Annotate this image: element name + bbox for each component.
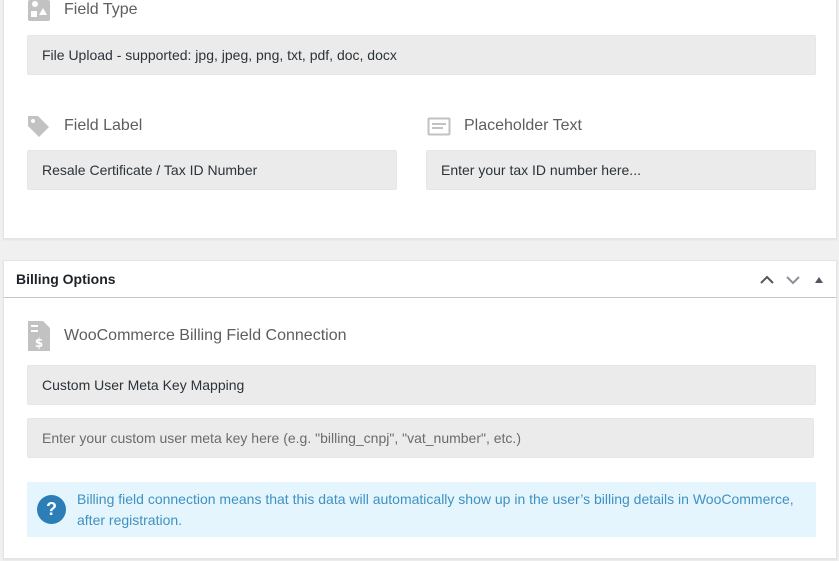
move-up-icon[interactable] xyxy=(754,267,780,293)
field-label-label: Field Label xyxy=(64,117,143,134)
question-circle-icon: ? xyxy=(37,495,66,524)
billing-options-title: Billing Options xyxy=(16,271,116,287)
field-type-heading: Field Type xyxy=(27,0,138,22)
invoice-dollar-icon: $ xyxy=(27,320,51,352)
meta-key-input[interactable]: Enter your custom user meta key here (e.… xyxy=(27,418,814,458)
panel-controls xyxy=(754,261,832,298)
shapes-icon xyxy=(27,0,51,22)
placeholder-text-heading: Placeholder Text xyxy=(427,114,582,138)
placeholder-text-input[interactable]: Enter your tax ID number here... xyxy=(426,150,816,190)
billing-info-notice: ? Billing field connection means that th… xyxy=(27,482,816,537)
field-type-select[interactable]: File Upload - supported: jpg, jpeg, png,… xyxy=(27,35,816,75)
field-settings-panel: Field Type File Upload - supported: jpg,… xyxy=(3,0,837,239)
collapse-icon[interactable] xyxy=(806,267,832,293)
text-lines-icon xyxy=(427,114,451,138)
field-type-label: Field Type xyxy=(64,1,138,18)
field-label-heading: Field Label xyxy=(27,114,142,138)
placeholder-text-label: Placeholder Text xyxy=(464,117,582,134)
tag-icon xyxy=(27,114,51,138)
svg-text:$: $ xyxy=(35,336,43,350)
billing-options-panel: Billing Options $ WooCommerce Billing Fi… xyxy=(3,260,837,559)
billing-info-text: Billing field connection means that this… xyxy=(77,491,794,528)
billing-options-header[interactable]: Billing Options xyxy=(4,261,836,298)
field-label-input[interactable]: Resale Certificate / Tax ID Number xyxy=(27,150,397,190)
move-down-icon[interactable] xyxy=(780,267,806,293)
billing-connection-heading: $ WooCommerce Billing Field Connection xyxy=(27,320,347,352)
billing-connection-select[interactable]: Custom User Meta Key Mapping xyxy=(27,365,816,405)
billing-connection-label: WooCommerce Billing Field Connection xyxy=(64,327,347,344)
